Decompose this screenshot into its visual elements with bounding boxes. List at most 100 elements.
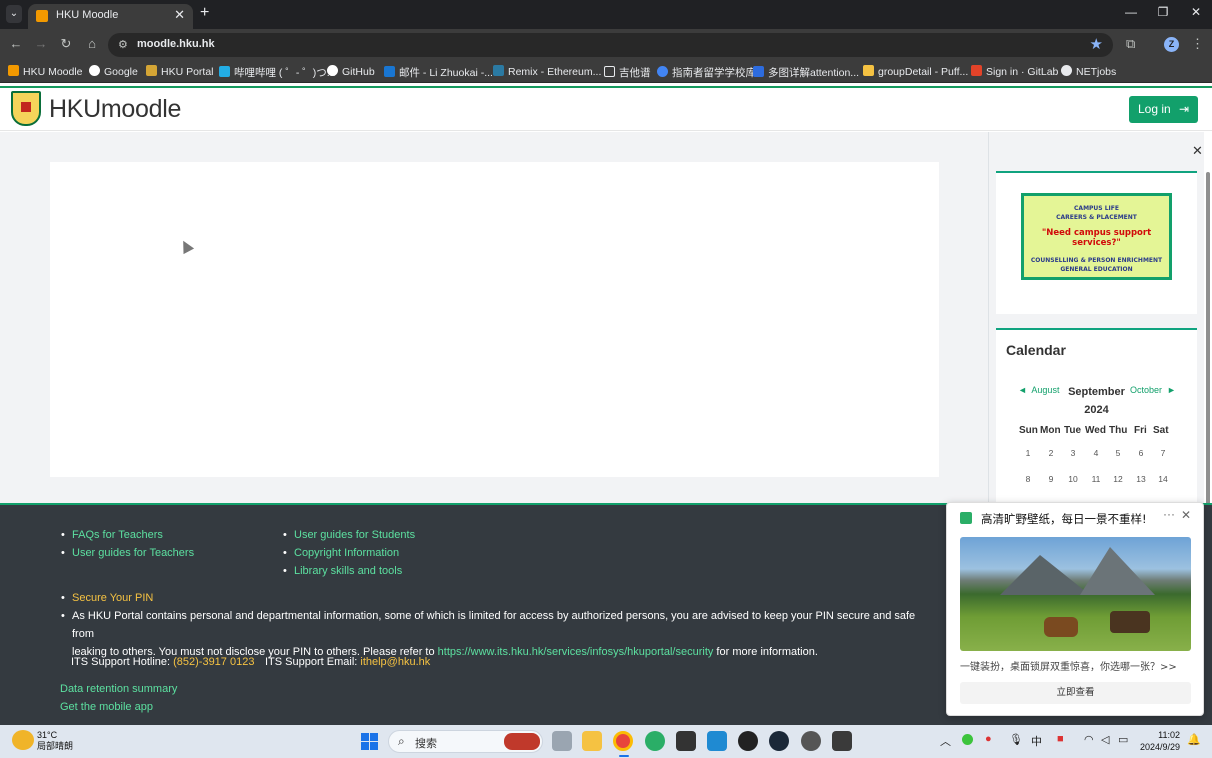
calendar-day[interactable]: 2 <box>1041 448 1061 458</box>
bookmark-item[interactable]: NETjobs <box>1061 65 1116 78</box>
calendar-day[interactable]: 1 <box>1018 448 1038 458</box>
address-bar[interactable]: ⚙ moodle.hku.hk ★ <box>108 33 1113 57</box>
wallpaper-notification[interactable]: 高清旷野壁纸，每日一景不重样! ··· ✕ 一键装扮，桌面锁屏双重惊喜，你选哪一… <box>946 502 1204 716</box>
system-clock[interactable]: 11:02 2024/9/29 <box>1140 729 1180 753</box>
battery-icon[interactable]: ▭ <box>1118 733 1128 746</box>
windows-start-icon[interactable] <box>361 733 378 750</box>
bookmark-item[interactable]: 多图详解attention... <box>753 65 859 80</box>
back-icon[interactable]: ← <box>7 36 25 51</box>
bookmark-item[interactable]: 指南者留学学校库 <box>657 65 756 80</box>
bookmark-item[interactable]: HKU Moodle <box>8 65 83 78</box>
login-button[interactable]: Log in ⇥ <box>1129 96 1198 123</box>
terminal-icon[interactable] <box>676 731 696 751</box>
calendar-next-link[interactable]: October ► <box>1130 385 1176 395</box>
bookmark-item[interactable]: 邮件 - Li Zhuokai -... <box>384 65 493 80</box>
antivirus-icon[interactable]: ● <box>985 733 992 745</box>
menu-icon[interactable]: ⋮ <box>1191 36 1204 52</box>
calendar-day[interactable]: 9 <box>1041 474 1061 484</box>
volume-icon[interactable]: ◁ <box>1101 733 1109 746</box>
bookmark-item[interactable]: Remix - Ethereum... <box>493 65 601 78</box>
footer-link[interactable]: User guides for Students <box>283 529 415 541</box>
more-options-icon[interactable]: ··· <box>1163 507 1175 521</box>
wechat-icon[interactable] <box>645 731 665 751</box>
chrome-icon[interactable] <box>613 731 633 751</box>
sogou-icon[interactable]: ■ <box>1057 733 1064 745</box>
calendar-day[interactable]: 5 <box>1108 448 1128 458</box>
hku-crest-icon[interactable] <box>11 91 41 126</box>
hotline-value[interactable]: (852)-3917 0123 <box>173 656 254 668</box>
vscode-icon[interactable] <box>707 731 727 751</box>
bookmark-star-icon[interactable]: ★ <box>1090 35 1103 53</box>
campus-support-banner[interactable]: CAMPUS LIFE CAREERS & PLACEMENT "Need ca… <box>1021 193 1172 280</box>
calendar-day[interactable]: 6 <box>1131 448 1151 458</box>
footer-link[interactable]: Copyright Information <box>283 547 399 559</box>
footer-link[interactable]: FAQs for Teachers <box>61 529 163 541</box>
notes-icon[interactable] <box>832 731 852 751</box>
extensions-icon[interactable]: ⧉ <box>1126 36 1135 52</box>
wallpaper-preview-image[interactable] <box>960 537 1191 651</box>
bookmark-folder[interactable]: 吉他谱 <box>604 65 651 80</box>
bookmark-item[interactable]: GitHub <box>327 65 375 78</box>
footer-link[interactable]: Library skills and tools <box>283 565 402 577</box>
email-value[interactable]: ithelp@hku.hk <box>360 656 430 668</box>
bookmark-item[interactable]: HKU Portal <box>146 65 214 78</box>
profile-avatar[interactable]: Z <box>1164 37 1179 52</box>
wifi-icon[interactable]: ◠ <box>1084 733 1094 746</box>
reload-icon[interactable]: ↻ <box>57 36 75 52</box>
minimize-button[interactable]: — <box>1121 5 1141 19</box>
weather-icon[interactable] <box>12 730 34 750</box>
horse-shape <box>1044 617 1078 637</box>
calendar-day[interactable]: 7 <box>1153 448 1173 458</box>
calendar-day[interactable]: 8 <box>1018 474 1038 484</box>
moodle-favicon-icon <box>36 10 48 22</box>
restore-button[interactable]: ❐ <box>1153 5 1173 19</box>
notification-close-icon[interactable]: ✕ <box>1181 508 1191 522</box>
notification-bell-icon[interactable]: 🔔 <box>1187 733 1201 746</box>
forward-icon[interactable]: → <box>32 36 50 51</box>
bookmark-item[interactable]: Google <box>89 65 138 78</box>
footer-link[interactable]: User guides for Teachers <box>61 547 194 559</box>
weather-widget[interactable]: 31°C 局部晴朗 <box>37 730 73 752</box>
calendar-day[interactable]: 12 <box>1108 474 1128 484</box>
github-desktop-icon[interactable] <box>738 731 758 751</box>
calendar-day[interactable]: 13 <box>1131 474 1151 484</box>
steam-icon[interactable] <box>769 731 789 751</box>
weather-temp: 31°C <box>37 730 58 740</box>
drawer-close-icon[interactable]: ✕ <box>1192 143 1203 159</box>
site-logo-text[interactable]: HKUmoodle <box>49 95 181 124</box>
view-now-button[interactable]: 立即查看 <box>960 682 1191 704</box>
tab-close-icon[interactable]: ✕ <box>174 7 185 23</box>
new-tab-button[interactable]: + <box>200 4 209 22</box>
calendar-day[interactable]: 4 <box>1086 448 1106 458</box>
bookmark-item[interactable]: 哔哩哔哩 ( ゜- ゜)つ... <box>219 65 336 80</box>
task-view-icon[interactable] <box>552 731 572 751</box>
status-dot-icon[interactable] <box>962 734 973 745</box>
data-retention-link[interactable]: Data retention summary <box>60 683 177 695</box>
site-info-icon[interactable]: ⚙ <box>118 38 128 51</box>
microphone-icon[interactable]: 🎙 <box>1009 733 1023 746</box>
app-icon[interactable] <box>801 731 821 751</box>
calendar-day[interactable]: 3 <box>1063 448 1083 458</box>
window-close-button[interactable]: ✕ <box>1186 5 1206 19</box>
calendar-day[interactable]: 10 <box>1063 474 1083 484</box>
notification-title: 高清旷野壁纸，每日一景不重样! <box>981 512 1147 526</box>
ime-indicator[interactable]: 中 <box>1031 733 1042 749</box>
page-scrollbar[interactable] <box>1206 172 1210 546</box>
tab-list-button[interactable]: ⌄ <box>6 5 22 23</box>
banner-line: CAMPUS LIFE <box>1074 205 1119 212</box>
security-policy-link[interactable]: https://www.its.hku.hk/services/infosys/… <box>438 646 714 658</box>
mobile-app-link[interactable]: Get the mobile app <box>60 701 153 713</box>
notification-subtitle[interactable]: 一键装扮，桌面锁屏双重惊喜，你选哪一张？>> <box>960 658 1177 673</box>
bookmark-item[interactable]: groupDetail - Puff... <box>863 65 968 78</box>
browser-toolbar: ← → ↻ ⌂ ⚙ moodle.hku.hk ★ ⧉ ⋮ <box>0 29 1212 61</box>
browser-tab[interactable]: HKU Moodle ✕ <box>28 4 193 29</box>
year-label: 2024 <box>1084 404 1109 416</box>
home-icon[interactable]: ⌂ <box>83 36 101 51</box>
bookmark-item[interactable]: Sign in · GitLab <box>971 65 1058 78</box>
calendar-day[interactable]: 11 <box>1086 474 1106 484</box>
taskbar-search[interactable]: ⌕ 搜索 <box>388 730 543 753</box>
file-explorer-icon[interactable] <box>582 731 602 751</box>
calendar-day[interactable]: 14 <box>1153 474 1173 484</box>
secure-pin-heading[interactable]: Secure Your PIN <box>61 592 153 604</box>
tray-overflow-icon[interactable]: ︿ <box>940 733 951 749</box>
